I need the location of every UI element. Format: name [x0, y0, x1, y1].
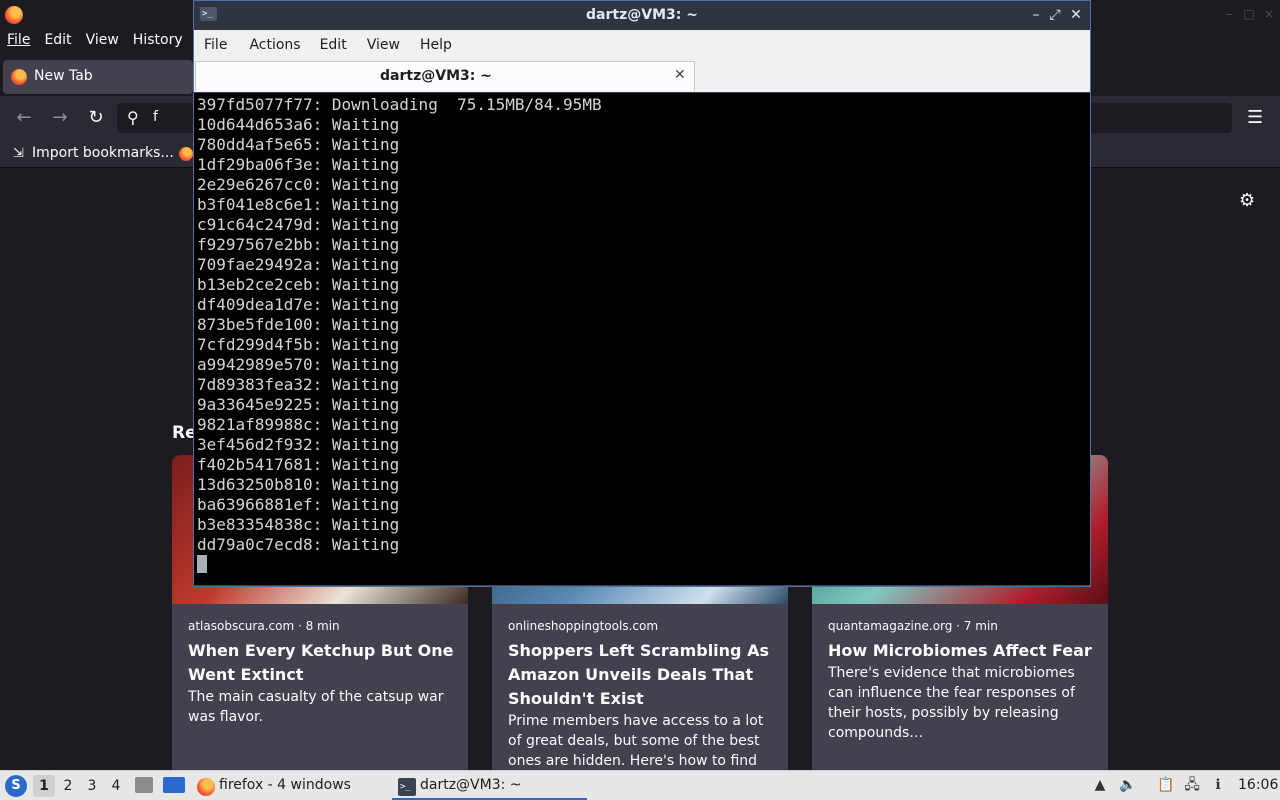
firefox-bookmark-icon[interactable] — [179, 147, 193, 161]
close-icon[interactable]: ✕ — [1068, 7, 1084, 23]
show-desktop-icon[interactable] — [163, 777, 185, 793]
workspace-4[interactable]: 4 — [105, 775, 127, 797]
terminal-line: a9942989e570: Waiting — [197, 355, 400, 374]
menu-edit[interactable]: Edit — [37, 30, 78, 54]
terminal-cursor — [197, 555, 207, 573]
search-icon: ⚲ — [127, 108, 139, 127]
import-bookmarks-link[interactable]: Import bookmarks... — [32, 145, 174, 161]
reload-icon[interactable]: ↻ — [86, 108, 106, 128]
story-description: There's evidence that microbiomes can in… — [828, 665, 1075, 741]
terminal-window: >_ dartz@VM3: ~ – ⤢ ✕ File Actions Edit … — [193, 0, 1091, 587]
task-terminal[interactable]: >_ dartz@VM3: ~ — [392, 773, 587, 800]
back-icon[interactable]: ← — [14, 108, 34, 128]
taskbar: S 1 2 3 4 firefox - 4 windows >_ dartz@V… — [0, 770, 1280, 800]
url-input[interactable]: f — [153, 109, 158, 125]
terminal-tab[interactable]: dartz@VM3: ~ ✕ — [195, 61, 695, 91]
workspace-3[interactable]: 3 — [81, 775, 103, 797]
terminal-line: 10d644d653a6: Waiting — [197, 115, 400, 134]
terminal-line: b3f041e8c6e1: Waiting — [197, 195, 400, 214]
story-title[interactable]: How Microbiomes Affect Fear — [828, 639, 1098, 663]
terminal-tabbar: dartz@VM3: ~ ✕ — [194, 60, 1090, 92]
menu-edit[interactable]: Edit — [320, 30, 347, 60]
maximize-icon[interactable]: ⤢ — [1047, 7, 1063, 23]
menu-view[interactable]: View — [367, 30, 400, 60]
terminal-line: 9821af89988c: Waiting — [197, 415, 400, 434]
tab-label: New Tab — [34, 68, 93, 84]
network-icon[interactable]: 🖧 — [1183, 776, 1201, 794]
terminal-line: 780dd4af5e65: Waiting — [197, 135, 400, 154]
terminal-line: 3ef456d2f932: Waiting — [197, 435, 400, 454]
menu-view[interactable]: View — [79, 30, 126, 54]
menu-file[interactable]: File — [0, 30, 37, 54]
menu-file[interactable]: File — [204, 30, 227, 60]
terminal-line: 397fd5077f77: Downloading 75.15MB/84.95M… — [197, 95, 602, 114]
menu-history[interactable]: History — [126, 30, 190, 54]
file-manager-icon[interactable] — [135, 777, 153, 793]
clipboard-icon[interactable]: 📋 — [1157, 776, 1175, 794]
terminal-line: b13eb2ce2ceb: Waiting — [197, 275, 400, 294]
story-source: onlineshoppingtools.com — [508, 619, 659, 633]
terminal-line: dd79a0c7ecd8: Waiting — [197, 535, 400, 554]
terminal-line: 9a33645e9225: Waiting — [197, 395, 400, 414]
story-source: quantamagazine.org · 7 min — [828, 619, 998, 633]
forward-icon[interactable]: → — [50, 108, 70, 128]
minimize-icon[interactable]: – — [1222, 7, 1236, 21]
story-source: atlasobscura.com · 8 min — [188, 619, 340, 633]
terminal-output[interactable]: 397fd5077f77: Downloading 75.15MB/84.95M… — [194, 93, 1090, 585]
notification-icon[interactable]: ℹ — [1209, 776, 1227, 794]
close-icon[interactable]: × — [1262, 7, 1276, 21]
terminal-line: c91c64c2479d: Waiting — [197, 215, 400, 234]
hamburger-menu-icon[interactable]: ☰ — [1247, 107, 1263, 128]
firefox-icon — [197, 778, 215, 796]
task-firefox[interactable]: firefox - 4 windows — [193, 773, 383, 800]
terminal-line: ba63966881ef: Waiting — [197, 495, 400, 514]
tab-label: dartz@VM3: ~ — [380, 68, 492, 84]
minimize-icon[interactable]: – — [1028, 7, 1044, 23]
terminal-line: df409dea1d7e: Waiting — [197, 295, 400, 314]
workspace-2[interactable]: 2 — [57, 775, 79, 797]
terminal-line: 7cfd299d4f5b: Waiting — [197, 335, 400, 354]
terminal-titlebar[interactable]: >_ dartz@VM3: ~ – ⤢ ✕ — [194, 1, 1090, 30]
workspace-1[interactable]: 1 — [33, 775, 55, 797]
story-title[interactable]: Shoppers Left Scrambling As Amazon Unvei… — [508, 639, 778, 711]
tab-new-tab[interactable]: New Tab — [3, 60, 193, 94]
task-label: firefox - 4 windows — [219, 777, 351, 793]
firefox-icon — [5, 6, 23, 24]
terminal-line: f402b5417681: Waiting — [197, 455, 400, 474]
terminal-line: b3e83354838c: Waiting — [197, 515, 400, 534]
tray-scroll-icon[interactable]: ▲ — [1091, 776, 1109, 794]
gear-icon[interactable]: ⚙ — [1239, 190, 1255, 211]
firefox-icon — [11, 69, 27, 85]
terminal-line: 873be5fde100: Waiting — [197, 315, 400, 334]
import-icon: ⇲ — [13, 146, 24, 161]
menu-actions[interactable]: Actions — [249, 30, 300, 60]
start-menu-icon[interactable]: S — [5, 775, 27, 797]
window-title: dartz@VM3: ~ — [586, 7, 698, 23]
menu-help[interactable]: Help — [420, 30, 452, 60]
terminal-line: 1df29ba06f3e: Waiting — [197, 155, 400, 174]
terminal-icon: >_ — [398, 778, 416, 796]
story-description: Prime members have access to a lot of gr… — [508, 713, 764, 769]
task-label: dartz@VM3: ~ — [420, 777, 522, 793]
terminal-lines: 397fd5077f77: Downloading 75.15MB/84.95M… — [197, 95, 602, 555]
story-title[interactable]: When Every Ketchup But One Went Extinct — [188, 639, 458, 687]
story-description: The main casualty of the catsup war was … — [188, 689, 444, 725]
tab-close-icon[interactable]: ✕ — [674, 67, 686, 83]
terminal-line: 13d63250b810: Waiting — [197, 475, 400, 494]
clock: 16:06 — [1238, 777, 1279, 793]
terminal-line: 7d89383fea32: Waiting — [197, 375, 400, 394]
terminal-line: 709fae29492a: Waiting — [197, 255, 400, 274]
terminal-menubar: File Actions Edit View Help — [194, 30, 1090, 60]
terminal-line: 2e29e6267cc0: Waiting — [197, 175, 400, 194]
terminal-line: f9297567e2bb: Waiting — [197, 235, 400, 254]
maximize-icon[interactable]: □ — [1242, 7, 1256, 21]
volume-icon[interactable]: 🔈 — [1119, 776, 1137, 794]
firefox-menubar: File Edit View History — [0, 30, 190, 54]
